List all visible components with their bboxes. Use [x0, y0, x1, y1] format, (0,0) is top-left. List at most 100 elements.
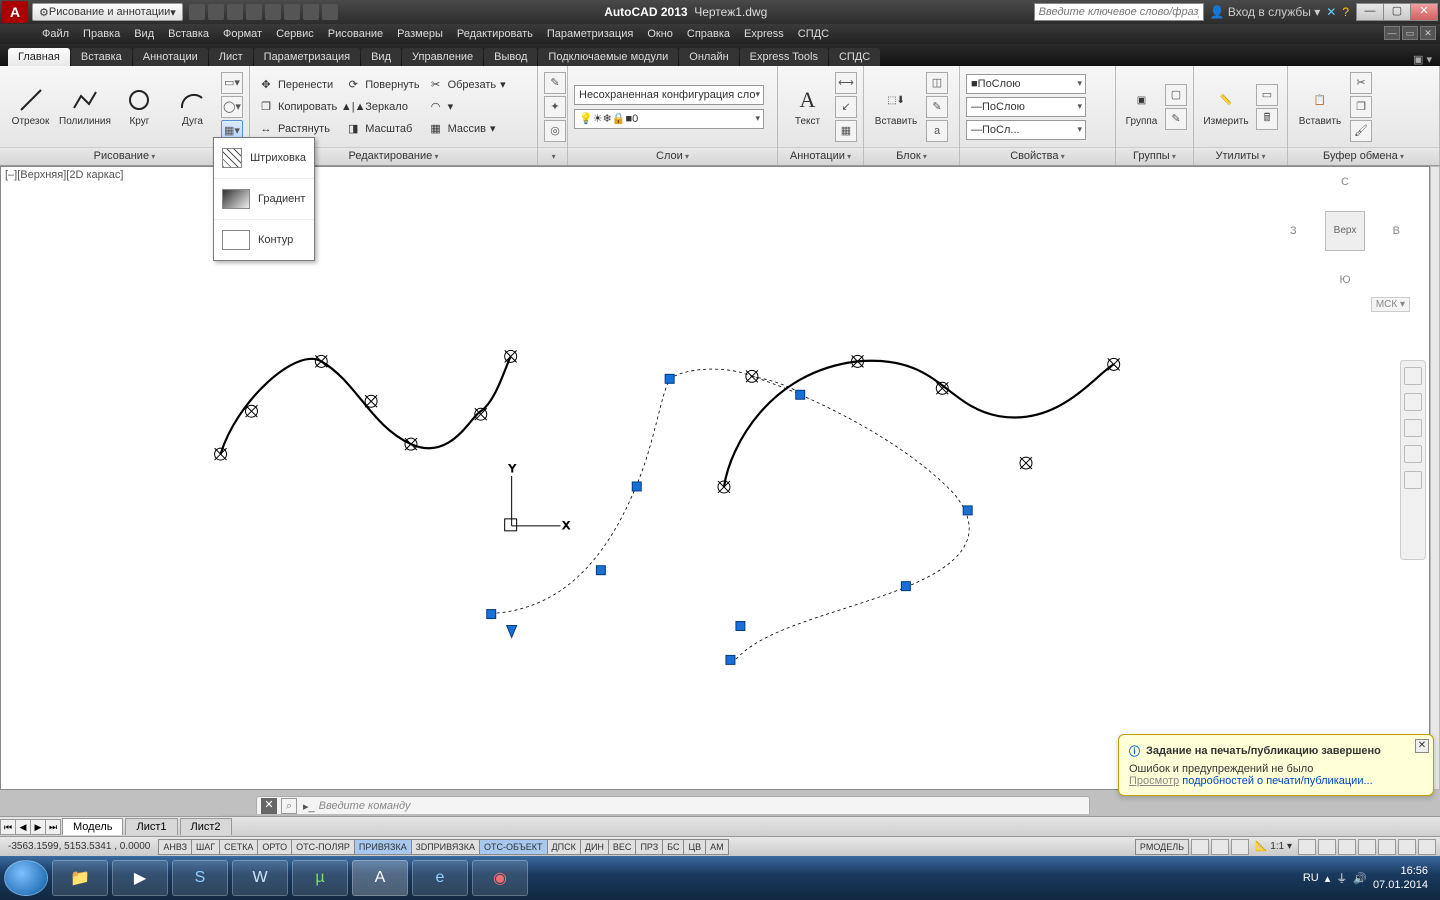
- taskbar-autocad[interactable]: A: [352, 860, 408, 896]
- menu-draw[interactable]: Рисование: [328, 28, 383, 40]
- table-button[interactable]: ▦: [835, 120, 857, 142]
- status-quickview-icon[interactable]: [1231, 839, 1249, 855]
- taskbar-ie[interactable]: e: [412, 860, 468, 896]
- menu-view[interactable]: Вид: [134, 28, 154, 40]
- toggle-привязка[interactable]: ПРИВЯЗКА: [354, 839, 412, 855]
- layout-nav-next[interactable]: ▶: [30, 819, 46, 835]
- workspace-selector[interactable]: ⚙ Рисование и аннотации ▾: [32, 3, 183, 21]
- menu-express[interactable]: Express: [744, 28, 784, 40]
- nav-orbit-icon[interactable]: [1404, 445, 1422, 463]
- nav-showmotion-icon[interactable]: [1404, 471, 1422, 489]
- toggle-3dпривязка[interactable]: 3DПРИВЯЗКА: [411, 839, 480, 855]
- taskbar-explorer[interactable]: 📁: [52, 860, 108, 896]
- balloon-close-button[interactable]: ✕: [1415, 739, 1429, 753]
- panel-groups-title[interactable]: Группы: [1116, 147, 1193, 165]
- layout-tab-sheet1[interactable]: Лист1: [125, 818, 177, 835]
- qat-saveas-icon[interactable]: [246, 4, 262, 20]
- quickcalc-button[interactable]: 🖩: [1256, 108, 1278, 130]
- panel-draw-title[interactable]: Рисование: [0, 147, 249, 165]
- status-annoscale-icon[interactable]: [1298, 839, 1316, 855]
- toggle-вес[interactable]: ВЕС: [608, 839, 637, 855]
- command-line[interactable]: ✕ ⌕ ▸_ Введите команду: [256, 796, 1090, 816]
- insert-block-button[interactable]: ⬚⬇Вставить: [870, 76, 922, 138]
- layout-nav-first[interactable]: ⏮: [0, 819, 16, 835]
- taskbar-skype[interactable]: S: [172, 860, 228, 896]
- ellipse-button[interactable]: ◯▾: [221, 96, 243, 118]
- nav-pan-icon[interactable]: [1404, 393, 1422, 411]
- paste-button[interactable]: 📋Вставить: [1294, 76, 1346, 138]
- menu-tools[interactable]: Сервис: [276, 28, 314, 40]
- tab-plugins[interactable]: Подключаемые модули: [538, 48, 678, 66]
- cmdline-close-icon[interactable]: ✕: [261, 798, 277, 814]
- copy-button[interactable]: ❐Копировать: [256, 97, 339, 117]
- status-lock-icon[interactable]: [1338, 839, 1356, 855]
- status-workspace-icon[interactable]: [1318, 839, 1336, 855]
- coordinates-readout[interactable]: -3563.1599, 5153.5341 , 0.0000: [0, 841, 159, 852]
- menu-insert[interactable]: Вставка: [168, 28, 209, 40]
- tab-parametric[interactable]: Параметризация: [254, 48, 360, 66]
- move-button[interactable]: ✥Перенести: [256, 75, 339, 95]
- toggle-отс-объект[interactable]: ОТС-ОБЪЕКТ: [479, 839, 547, 855]
- tab-home[interactable]: Главная: [8, 48, 70, 66]
- lineweight-combo[interactable]: — ПоСлою: [966, 97, 1086, 117]
- doc-close-button[interactable]: ✕: [1420, 26, 1436, 40]
- view-cube[interactable]: С Ю З В Верх МСК ▾: [1290, 176, 1400, 286]
- qat-undo-icon[interactable]: [284, 4, 300, 20]
- cut-button[interactable]: ✂: [1350, 72, 1372, 94]
- toggle-отс-поляр[interactable]: ОТС-ПОЛЯР: [291, 839, 355, 855]
- block-edit-button[interactable]: ✎: [926, 96, 948, 118]
- qat-redo-icon[interactable]: [303, 4, 319, 20]
- panel-layers-title[interactable]: Слои: [568, 147, 777, 165]
- flyout-hatch[interactable]: Штриховка: [214, 138, 314, 179]
- offset-button[interactable]: ◎: [544, 120, 566, 142]
- status-hardware-icon[interactable]: [1358, 839, 1376, 855]
- pmodel-toggle[interactable]: РМОДЕЛЬ: [1135, 839, 1189, 855]
- minimize-button[interactable]: —: [1356, 3, 1384, 21]
- toggle-цв[interactable]: ЦВ: [683, 839, 706, 855]
- layout-tab-sheet2[interactable]: Лист2: [180, 818, 232, 835]
- annotation-scale[interactable]: 📐 1:1 ▾: [1251, 841, 1296, 852]
- tab-annotate[interactable]: Аннотации: [133, 48, 208, 66]
- rectangle-button[interactable]: ▭▾: [221, 72, 243, 94]
- menu-file[interactable]: Файл: [42, 28, 69, 40]
- nav-zoom-icon[interactable]: [1404, 419, 1422, 437]
- tab-online[interactable]: Онлайн: [679, 48, 738, 66]
- explode-button[interactable]: ✦: [544, 96, 566, 118]
- leader-button[interactable]: ↙: [835, 96, 857, 118]
- horizontal-scrollbar[interactable]: [220, 814, 1090, 816]
- doc-restore-button[interactable]: ▭: [1402, 26, 1418, 40]
- menu-parametric[interactable]: Параметризация: [547, 28, 633, 40]
- flyout-gradient[interactable]: Градиент: [214, 179, 314, 220]
- menu-format[interactable]: Формат: [223, 28, 262, 40]
- menu-help[interactable]: Справка: [687, 28, 730, 40]
- trim-button[interactable]: ✂Обрезать ▾: [426, 75, 508, 95]
- circle-button[interactable]: Круг: [115, 76, 164, 138]
- tray-lang[interactable]: RU: [1303, 872, 1319, 884]
- nav-wheel-icon[interactable]: [1404, 367, 1422, 385]
- menu-modify[interactable]: Редактировать: [457, 28, 533, 40]
- cmdline-recent-icon[interactable]: ⌕: [281, 798, 297, 814]
- ungroup-button[interactable]: ▢: [1165, 84, 1187, 106]
- mirror-button[interactable]: ▲|▲Зеркало: [343, 97, 421, 117]
- erase-button[interactable]: ✎: [544, 72, 566, 94]
- fillet-button[interactable]: ◠▾: [426, 97, 508, 117]
- toggle-бс[interactable]: БС: [662, 839, 684, 855]
- group-edit-button[interactable]: ✎: [1165, 108, 1187, 130]
- viewcube-south[interactable]: Ю: [1339, 274, 1350, 286]
- maximize-button[interactable]: ▢: [1383, 3, 1411, 21]
- tray-clock[interactable]: 16:5607.01.2014: [1373, 864, 1428, 892]
- help-search-input[interactable]: [1034, 3, 1204, 21]
- layer-combo[interactable]: 💡☀❄🔒■ 0: [574, 109, 764, 129]
- line-button[interactable]: Отрезок: [6, 76, 55, 138]
- dim-button[interactable]: ⟷: [835, 72, 857, 94]
- balloon-details-link[interactable]: подробностей о печати/публикации...: [1179, 775, 1372, 787]
- panel-anno-title[interactable]: Аннотации: [778, 147, 863, 165]
- taskbar-media[interactable]: ▶: [112, 860, 168, 896]
- text-button[interactable]: AТекст: [784, 76, 831, 138]
- viewcube-west[interactable]: З: [1290, 225, 1297, 237]
- tab-view[interactable]: Вид: [361, 48, 401, 66]
- status-tray-icon[interactable]: [1418, 839, 1436, 855]
- panel-clip-title[interactable]: Буфер обмена: [1288, 147, 1439, 165]
- toggle-дин[interactable]: ДИН: [580, 839, 609, 855]
- layout-tab-model[interactable]: Модель: [62, 818, 123, 835]
